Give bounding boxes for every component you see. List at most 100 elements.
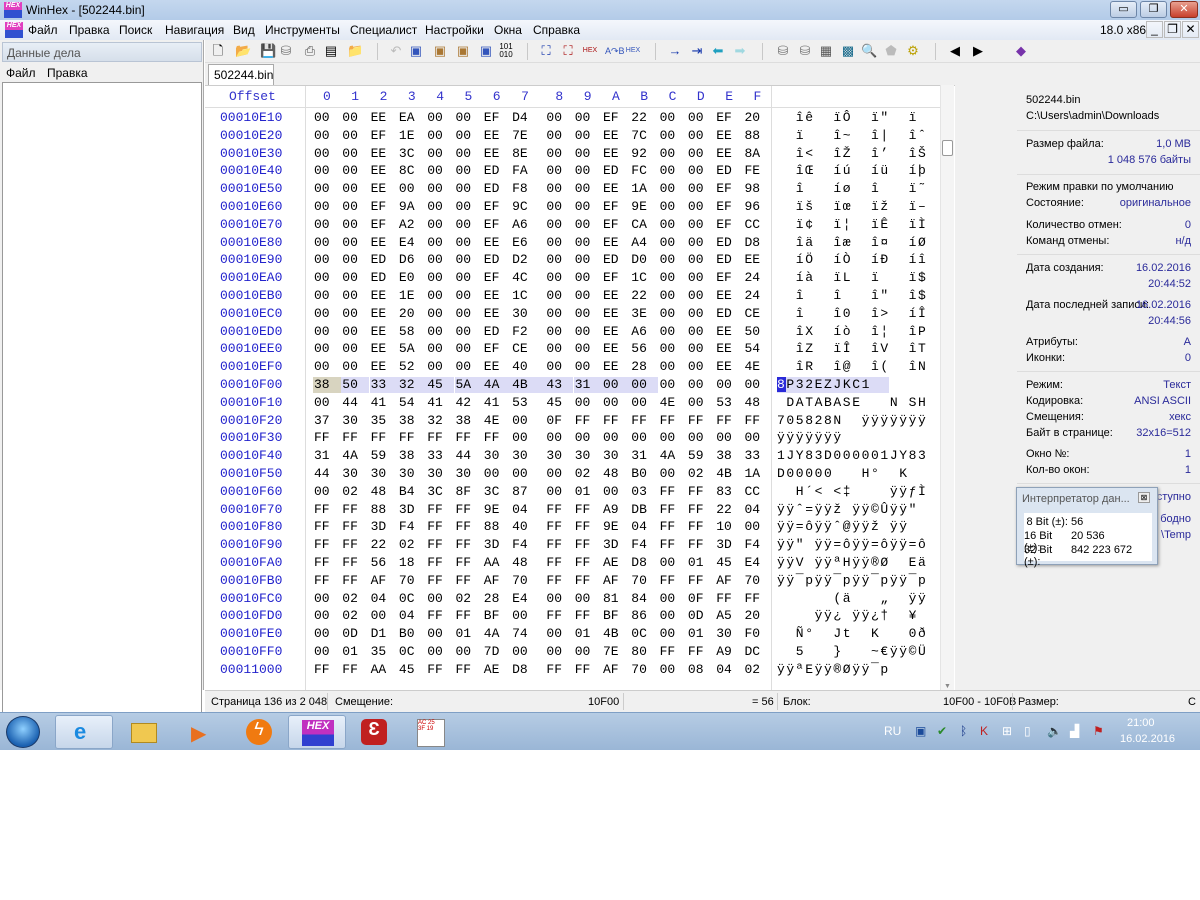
- hex-byte[interactable]: FF: [659, 644, 687, 660]
- hex-byte[interactable]: 00: [455, 359, 483, 375]
- hex-byte[interactable]: 00: [602, 395, 630, 411]
- hex-byte[interactable]: 00: [455, 146, 483, 162]
- hex-byte[interactable]: 0C: [630, 626, 658, 642]
- hex-byte[interactable]: A6: [630, 324, 658, 340]
- hex-byte[interactable]: E4: [398, 235, 426, 251]
- power-icon[interactable]: ▯: [1024, 724, 1031, 738]
- hex-byte[interactable]: 38: [398, 413, 426, 429]
- hex-byte[interactable]: 48: [744, 395, 772, 411]
- hex-byte[interactable]: 00: [341, 163, 369, 179]
- hex-byte[interactable]: 00: [574, 395, 602, 411]
- menu-settings[interactable]: Настройки: [425, 23, 484, 37]
- hex-byte[interactable]: EE: [370, 235, 398, 251]
- row-offset[interactable]: 00011000: [220, 662, 282, 677]
- hex-byte[interactable]: FF: [545, 608, 573, 624]
- hex-byte[interactable]: 28: [483, 591, 511, 607]
- hex-byte[interactable]: FF: [574, 413, 602, 429]
- properties-icon[interactable]: ▤: [323, 43, 339, 59]
- text-column[interactable]: ÿÿÿÿÿÿÿ: [777, 430, 927, 446]
- hex-byte[interactable]: 00: [341, 110, 369, 126]
- hex-byte[interactable]: EF: [602, 217, 630, 233]
- hex-byte[interactable]: 00: [341, 324, 369, 340]
- replace-text-icon[interactable]: A↷B: [605, 43, 625, 59]
- hex-byte[interactable]: EE: [370, 324, 398, 340]
- hex-byte[interactable]: 00: [426, 252, 454, 268]
- row-offset[interactable]: 00010FB0: [220, 573, 282, 588]
- hex-byte[interactable]: 30: [574, 448, 602, 464]
- text-column[interactable]: î íø î ï˜: [777, 181, 927, 197]
- hex-byte[interactable]: 00: [426, 270, 454, 286]
- hex-byte[interactable]: 00: [455, 181, 483, 197]
- hex-byte[interactable]: EE: [602, 341, 630, 357]
- hex-byte[interactable]: 00: [545, 235, 573, 251]
- hex-byte[interactable]: 01: [687, 626, 715, 642]
- hex-byte[interactable]: FF: [687, 644, 715, 660]
- hex-byte[interactable]: BF: [483, 608, 511, 624]
- hex-byte[interactable]: 1E: [398, 288, 426, 304]
- hex-byte[interactable]: DB: [630, 502, 658, 518]
- taskbar-internet-explorer[interactable]: e: [55, 715, 113, 749]
- case-tree[interactable]: [2, 82, 202, 730]
- hex-byte[interactable]: 37: [313, 413, 341, 429]
- hash-search-icon[interactable]: 🔍: [861, 43, 877, 59]
- row-offset[interactable]: 00010E70: [220, 217, 282, 232]
- hex-byte[interactable]: FF: [455, 502, 483, 518]
- hex-byte[interactable]: AE: [602, 555, 630, 571]
- hex-byte[interactable]: 30: [602, 448, 630, 464]
- hex-byte[interactable]: 35: [370, 413, 398, 429]
- hex-byte[interactable]: EF: [483, 270, 511, 286]
- hex-byte[interactable]: EE: [370, 181, 398, 197]
- hex-byte[interactable]: E0: [398, 270, 426, 286]
- hex-byte[interactable]: 4A: [482, 377, 511, 393]
- hex-byte[interactable]: 00: [511, 466, 539, 482]
- hex-byte[interactable]: FF: [455, 555, 483, 571]
- hex-byte[interactable]: FF: [313, 573, 341, 589]
- hex-byte[interactable]: 00: [574, 430, 602, 446]
- row-offset[interactable]: 00010F70: [220, 502, 282, 517]
- text-column[interactable]: ÿÿªEÿÿ®Øÿÿ¯p: [777, 662, 927, 678]
- hex-byte[interactable]: 00: [545, 466, 573, 482]
- hex-byte[interactable]: EF: [602, 110, 630, 126]
- row-offset[interactable]: 00010EA0: [220, 270, 282, 285]
- hex-byte[interactable]: 00: [545, 128, 573, 144]
- hex-byte[interactable]: 32: [426, 413, 454, 429]
- hex-byte[interactable]: FF: [715, 591, 743, 607]
- hex-byte[interactable]: 00: [659, 377, 687, 393]
- hex-byte[interactable]: ED: [715, 163, 743, 179]
- hex-byte[interactable]: EF: [483, 341, 511, 357]
- hex-byte[interactable]: 00: [574, 591, 602, 607]
- hex-byte[interactable]: 4E: [659, 395, 687, 411]
- paste-icon[interactable]: ▣: [455, 43, 471, 59]
- hex-byte[interactable]: 00: [313, 252, 341, 268]
- tray-shield-icon[interactable]: ✔: [937, 724, 947, 738]
- hex-byte[interactable]: 33: [426, 448, 454, 464]
- hex-byte[interactable]: 00: [313, 199, 341, 215]
- hex-byte[interactable]: 00: [659, 217, 687, 233]
- hex-byte[interactable]: 02: [341, 591, 369, 607]
- hex-byte[interactable]: A6: [511, 217, 539, 233]
- hex-byte[interactable]: EE: [715, 341, 743, 357]
- hex-byte[interactable]: 00: [455, 235, 483, 251]
- hex-byte[interactable]: 7C: [630, 128, 658, 144]
- hex-byte[interactable]: 40: [511, 359, 539, 375]
- hex-byte[interactable]: 33: [369, 377, 398, 393]
- hex-byte[interactable]: CE: [744, 306, 772, 322]
- hex-byte[interactable]: 00: [687, 128, 715, 144]
- hex-byte[interactable]: E4: [744, 555, 772, 571]
- hex-byte[interactable]: 33: [744, 448, 772, 464]
- hex-byte[interactable]: 00: [687, 199, 715, 215]
- row-offset[interactable]: 00010FF0: [220, 644, 282, 659]
- hex-byte[interactable]: 00: [687, 235, 715, 251]
- row-offset[interactable]: 00010F90: [220, 537, 282, 552]
- hex-byte[interactable]: FA: [511, 163, 539, 179]
- hex-byte[interactable]: 80: [630, 644, 658, 660]
- text-column[interactable]: Ñ° Jt K 0ð: [777, 626, 927, 642]
- hex-byte[interactable]: 30: [341, 466, 369, 482]
- hex-byte[interactable]: F4: [398, 519, 426, 535]
- text-column[interactable]: îŒ íú íü íþ: [777, 163, 927, 179]
- hex-byte[interactable]: 00: [602, 377, 630, 393]
- hex-byte[interactable]: FF: [687, 413, 715, 429]
- text-column[interactable]: î î0 î> íÎ: [777, 306, 927, 322]
- hex-byte[interactable]: EE: [602, 288, 630, 304]
- hex-byte[interactable]: 00: [313, 110, 341, 126]
